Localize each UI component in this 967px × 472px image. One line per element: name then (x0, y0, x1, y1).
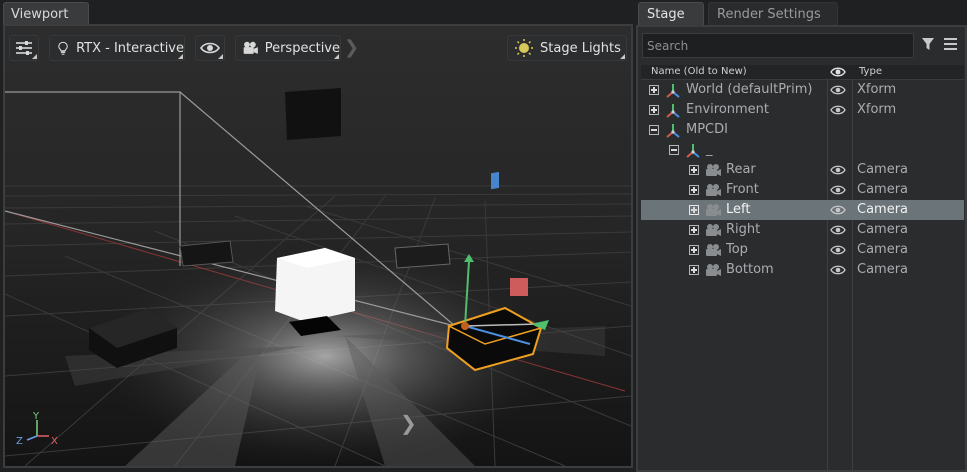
dropdown-corner-icon (620, 54, 625, 59)
collapse-toggle-icon[interactable] (649, 125, 659, 135)
visibility-eye-icon[interactable] (830, 164, 846, 176)
tree-row-name: World (defaultPrim) (686, 82, 813, 97)
axis-gizmo: Y Z X (16, 411, 58, 447)
viewport-tab-bar: Viewport (0, 0, 634, 24)
tree-row[interactable]: MPCDI (641, 120, 964, 140)
tree-column-header: Name (Old to New) Type (641, 65, 964, 80)
stage-tab-bar: Stage Render Settings (636, 0, 967, 25)
stage-panel: Search Name (Old to New) Type World (def… (636, 25, 967, 472)
camera-icon (706, 244, 721, 256)
camera-selector-button[interactable]: Perspective (235, 35, 341, 61)
tree-row[interactable]: Bottom Camera (641, 260, 964, 280)
renderer-button[interactable]: RTX - Interactive (49, 35, 185, 61)
tree-row-type: Camera (857, 202, 909, 217)
axis-y-label: Y (32, 411, 40, 422)
expand-toggle-icon[interactable] (649, 85, 659, 95)
expand-toggle-icon[interactable] (649, 105, 659, 115)
expand-toggle-icon[interactable] (689, 165, 699, 175)
tree-row-type: Camera (857, 262, 909, 277)
eye-icon (200, 42, 220, 54)
filter-icon[interactable] (921, 37, 935, 51)
tree-row-name: Right (726, 222, 761, 237)
visibility-button[interactable] (195, 35, 225, 61)
dropdown-corner-icon (334, 54, 339, 59)
tree-row[interactable]: Rear Camera (641, 160, 964, 180)
omniverse-app: Viewport RTX - Interactive Perspective ❯… (0, 0, 967, 472)
settings-sliders-icon (16, 41, 32, 55)
visibility-column-eye-icon (830, 67, 846, 77)
camera-icon (706, 264, 721, 276)
xform-icon (666, 124, 680, 138)
tree-row-name: Bottom (726, 262, 774, 277)
camera-icon (706, 204, 721, 216)
visibility-eye-icon[interactable] (830, 224, 846, 236)
tab-stage[interactable]: Stage (638, 2, 704, 25)
visibility-eye-icon[interactable] (830, 104, 846, 116)
tree-row-type: Xform (857, 82, 897, 97)
tree-row-name: Rear (726, 162, 756, 177)
tree-row-type: Camera (857, 182, 909, 197)
tree-row-type: Camera (857, 222, 909, 237)
tree-row[interactable]: _ (641, 140, 964, 160)
expand-toggle-icon[interactable] (689, 225, 699, 235)
tree-row-name: Left (726, 202, 751, 217)
expand-toggle-icon[interactable] (689, 265, 699, 275)
tab-viewport[interactable]: Viewport (3, 2, 89, 24)
visibility-eye-icon[interactable] (830, 264, 846, 276)
tree-row[interactable]: Right Camera (641, 220, 964, 240)
renderer-label: RTX - Interactive (76, 40, 184, 56)
axis-x-label: X (51, 436, 58, 447)
search-input[interactable]: Search (642, 33, 914, 58)
tree-row[interactable]: Top Camera (641, 240, 964, 260)
camera-icon (706, 184, 721, 196)
dropdown-corner-icon (218, 54, 223, 59)
tree-row-name: Front (726, 182, 759, 197)
tree-row[interactable]: Left Camera (641, 200, 964, 220)
sun-icon (515, 39, 533, 57)
xform-icon (666, 84, 680, 98)
viewport-panel[interactable]: RTX - Interactive Perspective ❯ Stage Li… (3, 24, 633, 468)
camera-icon (706, 224, 721, 236)
visibility-eye-icon[interactable] (830, 244, 846, 256)
dropdown-corner-icon (178, 54, 183, 59)
column-type-header[interactable]: Type (859, 66, 882, 77)
tab-render-settings[interactable]: Render Settings (708, 2, 838, 25)
collapse-toggle-icon[interactable] (669, 145, 679, 155)
viewport-scene[interactable] (5, 26, 631, 466)
stage-lights-label: Stage Lights (540, 40, 621, 56)
hamburger-menu-icon[interactable] (944, 38, 957, 50)
tree-row[interactable]: World (defaultPrim) Xform (641, 80, 964, 100)
camera-icon (706, 164, 721, 176)
xform-icon (666, 104, 680, 118)
stage-tree: World (defaultPrim) Xform Environment Xform… (641, 80, 964, 280)
camera-icon (243, 41, 258, 54)
expand-toggle-icon[interactable] (689, 245, 699, 255)
tree-row-name: MPCDI (686, 122, 728, 137)
viewport-toolbar: RTX - Interactive Perspective ❯ Stage Li… (5, 26, 631, 70)
toolbar-chevron-icon: ❯ (344, 37, 360, 58)
tree-row-type: Xform (857, 102, 897, 117)
stage-lights-button[interactable]: Stage Lights (507, 35, 627, 61)
xform-icon (686, 144, 700, 158)
tree-row-name: _ (706, 142, 713, 157)
tree-row[interactable]: Front Camera (641, 180, 964, 200)
axis-z-label: Z (16, 436, 23, 447)
tree-row-type: Camera (857, 162, 909, 177)
column-name-header[interactable]: Name (Old to New) (651, 66, 747, 77)
lightbulb-icon (58, 41, 68, 55)
expand-toggle-icon[interactable] (689, 205, 699, 215)
tree-row[interactable]: Environment Xform (641, 100, 964, 120)
tree-row-name: Top (726, 242, 748, 257)
visibility-eye-icon[interactable] (830, 204, 846, 216)
visibility-eye-icon[interactable] (830, 84, 846, 96)
dropdown-corner-icon (32, 54, 37, 59)
viewport-settings-button[interactable] (9, 35, 39, 61)
tree-row-type: Camera (857, 242, 909, 257)
chevron-right-icon[interactable]: ❯ (400, 411, 417, 435)
visibility-eye-icon[interactable] (830, 184, 846, 196)
camera-label: Perspective (264, 40, 340, 56)
tree-row-name: Environment (686, 102, 770, 117)
expand-toggle-icon[interactable] (689, 185, 699, 195)
